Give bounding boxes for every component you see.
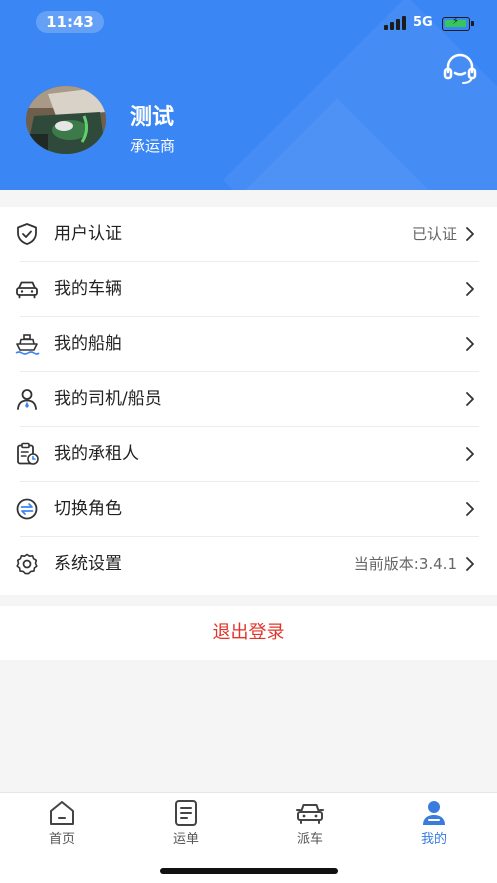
user-name: 测试: [130, 105, 175, 130]
shield-check-icon: [17, 223, 37, 245]
clipboard-clock-icon: [17, 442, 39, 465]
headset-icon: [443, 53, 477, 84]
app-version: 当前版本:3.4.1: [353, 555, 457, 573]
user-role: 承运商: [130, 137, 176, 155]
gear-icon: [16, 553, 38, 575]
chevron-right-icon: [466, 282, 474, 296]
chevron-right-icon: [466, 227, 474, 241]
swap-icon: [16, 498, 38, 520]
menu-item-my-ships[interactable]: 我的船舶: [0, 317, 497, 372]
chevron-right-icon: [466, 502, 474, 516]
menu-item-label: 我的司机/船员: [54, 389, 162, 409]
tab-waybill[interactable]: 运单: [146, 799, 226, 851]
chevron-right-icon: [466, 557, 474, 571]
menu-item-user-verification[interactable]: 用户认证 已认证: [0, 207, 497, 262]
truck-icon: [296, 804, 324, 824]
menu-item-my-vehicles[interactable]: 我的车辆: [0, 262, 497, 317]
signal-icon: [384, 16, 406, 30]
network-label: 5G: [413, 15, 433, 30]
tab-dispatch[interactable]: 派车: [270, 799, 350, 851]
menu-item-label: 我的承租人: [54, 444, 139, 464]
ship-icon: [15, 334, 40, 355]
menu-item-my-lessees[interactable]: 我的承租人: [0, 427, 497, 482]
menu-item-label: 我的车辆: [54, 279, 122, 299]
tab-label: 首页: [48, 832, 75, 847]
chevron-right-icon: [466, 337, 474, 351]
status-time: 11:43: [36, 11, 104, 33]
tab-mine[interactable]: 我的: [394, 799, 474, 851]
chevron-right-icon: [466, 392, 474, 406]
menu-item-label: 我的船舶: [54, 334, 122, 354]
customer-service-button[interactable]: [442, 52, 478, 86]
tab-label: 我的: [420, 832, 447, 847]
user-icon: [423, 801, 445, 825]
car-icon: [16, 281, 38, 299]
verification-status: 已认证: [411, 225, 457, 243]
menu-item-label: 切换角色: [54, 499, 122, 519]
avatar-photo: [26, 86, 106, 154]
person-icon: [17, 389, 37, 410]
avatar[interactable]: [26, 86, 106, 154]
profile-header: 11:43 5G ⚡ 测试 承运商: [0, 0, 497, 190]
home-icon: [50, 801, 74, 825]
battery-icon: ⚡: [442, 16, 474, 31]
tab-label: 运单: [172, 832, 199, 847]
menu-item-label: 系统设置: [54, 554, 122, 574]
menu-item-my-drivers-crew[interactable]: 我的司机/船员: [0, 372, 497, 427]
chevron-right-icon: [466, 447, 474, 461]
home-indicator: [160, 868, 338, 874]
tab-home[interactable]: 首页: [22, 799, 102, 851]
settings-menu: 用户认证 已认证 我的车辆 我的船舶 我的司机/船员 我的承租人 切换角色 系统…: [0, 207, 497, 595]
menu-item-label: 用户认证: [54, 224, 122, 244]
menu-item-switch-role[interactable]: 切换角色: [0, 482, 497, 537]
status-bar: 11:43 5G ⚡: [0, 0, 497, 44]
logout-button[interactable]: 退出登录: [0, 606, 497, 660]
menu-item-system-settings[interactable]: 系统设置 当前版本:3.4.1: [0, 537, 497, 592]
tab-label: 派车: [296, 832, 323, 847]
document-icon: [175, 800, 197, 826]
